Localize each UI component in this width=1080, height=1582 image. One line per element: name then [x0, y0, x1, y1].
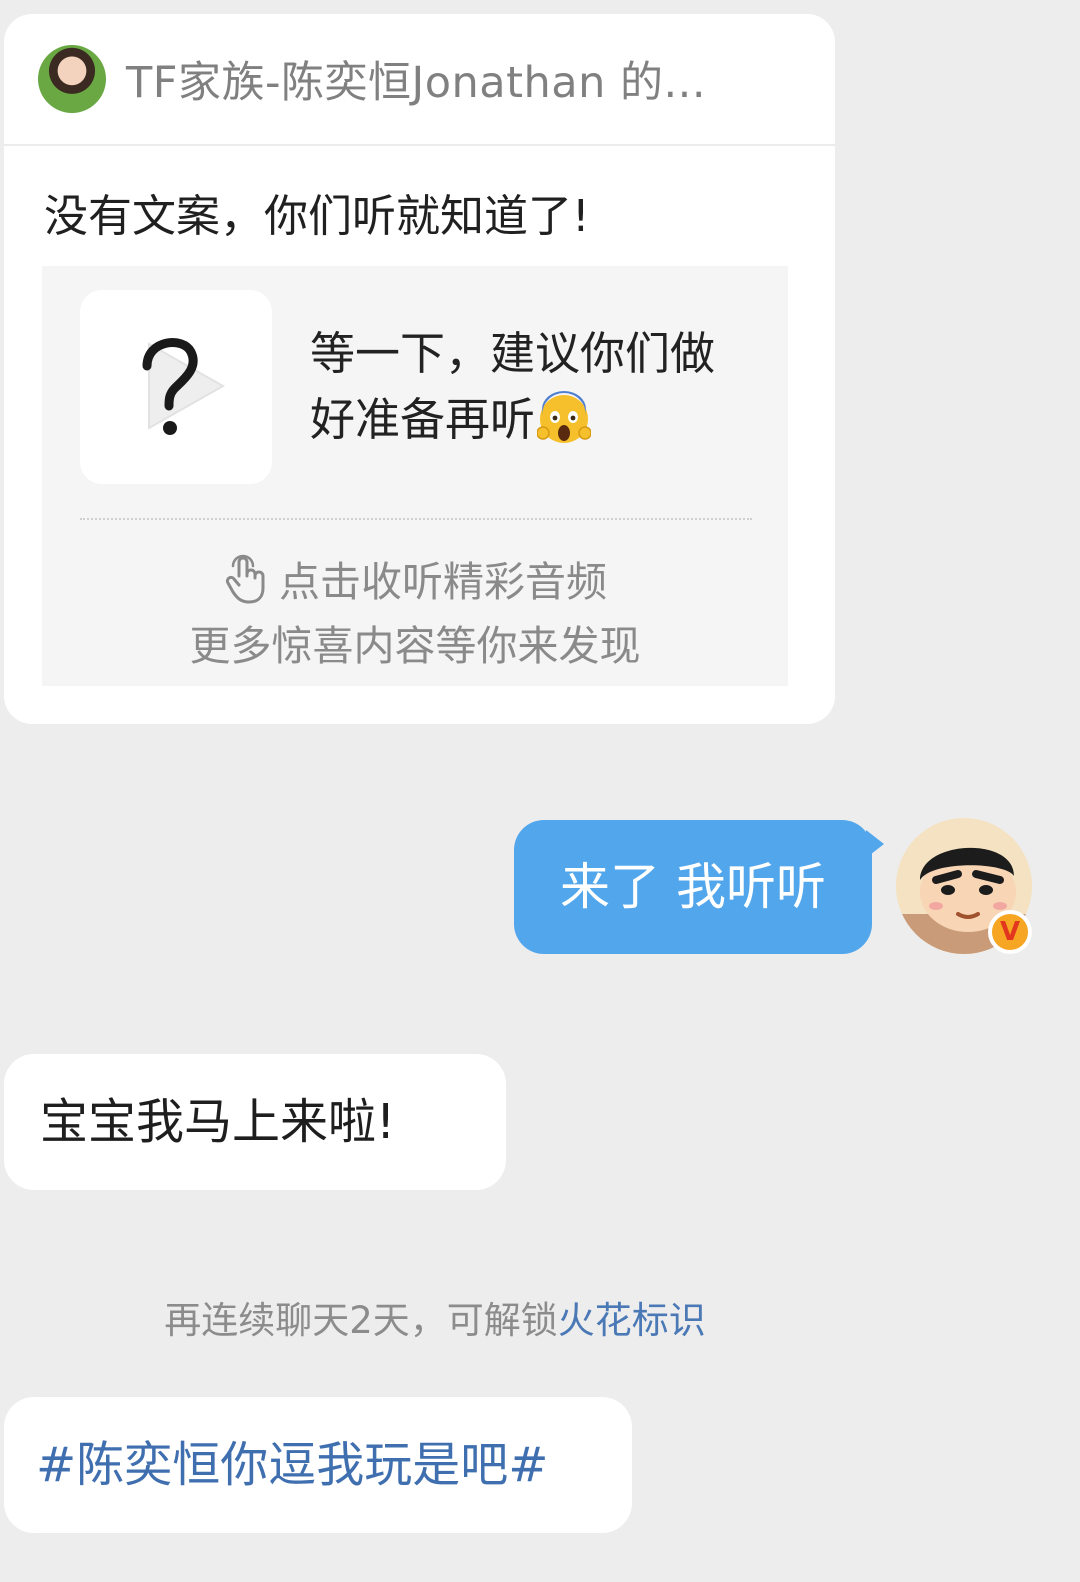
tap-hint-text: 点击收听精彩音频: [279, 558, 607, 606]
audio-player-box[interactable]: 等一下，建议你们做好准备再听 点击收听精彩音频 更多惊喜内容等你来发现: [42, 266, 788, 686]
tap-to-listen[interactable]: 点击收听精彩音频: [42, 548, 788, 608]
screaming-face-emoji: [537, 391, 592, 443]
audio-placeholder-icon: [142, 338, 226, 435]
incoming-message[interactable]: 宝宝我马上来啦!: [4, 1054, 506, 1190]
share-card-header[interactable]: TF家族-陈奕恒Jonathan 的...: [4, 14, 835, 146]
share-caption: 没有文案，你们听就知道了!: [44, 191, 590, 242]
source-avatar: [38, 45, 106, 113]
spark-badge-link[interactable]: 火花标识: [558, 1299, 706, 1342]
audio-share-card[interactable]: TF家族-陈奕恒Jonathan 的... 没有文案，你们听就知道了! 等一下，…: [4, 14, 835, 724]
outgoing-message[interactable]: 来了 我听听: [514, 820, 872, 954]
audio-divider: [80, 518, 752, 520]
system-tip-text: 再连续聊天2天，可解锁: [164, 1299, 558, 1342]
audio-title: 等一下，建议你们做好准备再听: [310, 321, 730, 453]
hashtag-message[interactable]: #陈奕恒你逗我玩是吧#: [4, 1397, 632, 1533]
outgoing-bubble-tail: [866, 830, 884, 858]
audio-title-text: 等一下，建议你们做好准备再听: [310, 327, 716, 446]
tap-hand-icon: [225, 554, 265, 604]
system-tip: 再连续聊天2天，可解锁火花标识: [0, 1290, 870, 1344]
audio-cover[interactable]: [80, 290, 272, 484]
more-hint: 更多惊喜内容等你来发现: [189, 622, 641, 670]
verified-v-icon: V: [988, 910, 1032, 954]
share-source-title: TF家族-陈奕恒Jonathan 的...: [126, 58, 706, 108]
